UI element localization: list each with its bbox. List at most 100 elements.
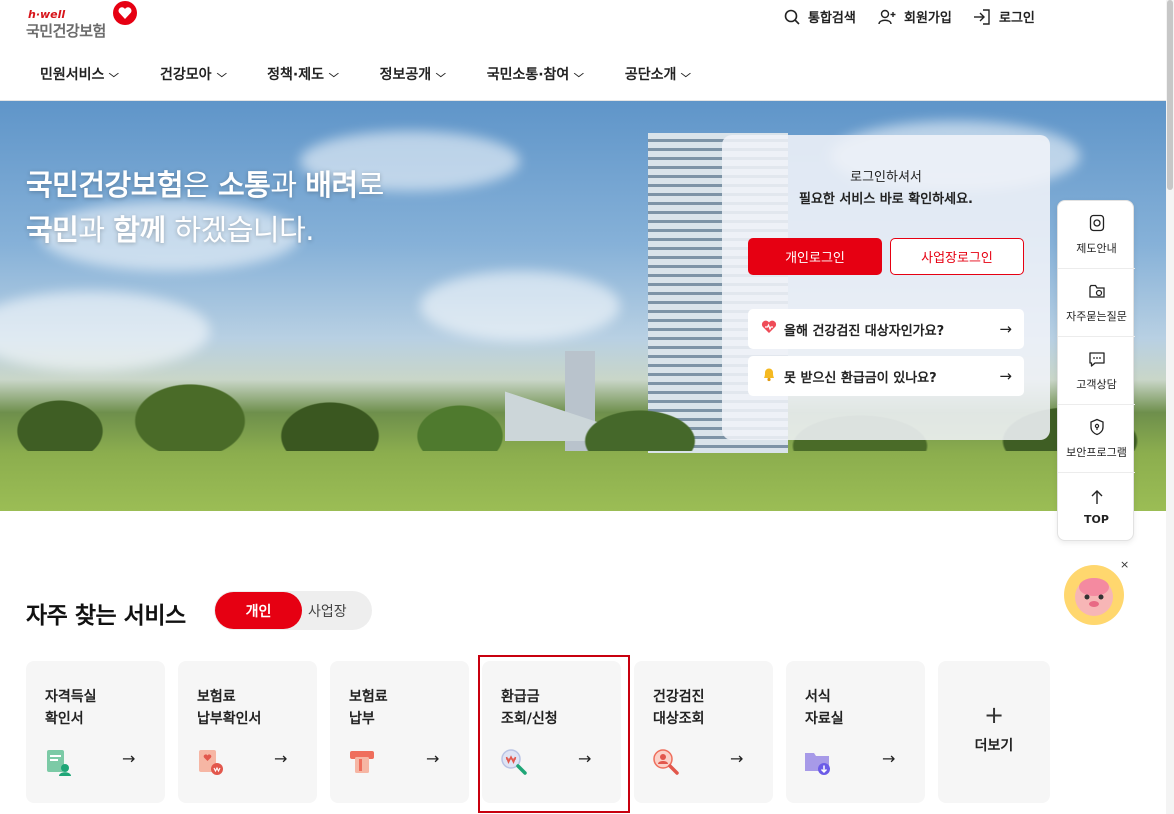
gnb-label: 건강모아: [160, 67, 212, 83]
chevron-down-icon: ⌵: [216, 68, 227, 80]
bell-icon: [760, 366, 778, 386]
menu-label: 보안프로그램: [1066, 445, 1127, 459]
hero-headline: 국민건강보험은 소통과 배려로 국민과 함께 하겠습니다.: [26, 163, 384, 253]
site-header: h·well 국민건강보험 통합검색 회원가입 로그인 민원서비스 ⌵ 건강모아 ⌵…: [0, 0, 1166, 101]
business-login-button[interactable]: 사업장로그인: [890, 238, 1024, 275]
mascot-face-icon: [1075, 578, 1113, 616]
hero-text: 로: [357, 168, 385, 202]
shield-icon: [1089, 418, 1104, 435]
folder-download-icon: [805, 753, 830, 775]
certificate-icon: [47, 750, 71, 776]
login-message-line: 로그인하셔서: [850, 170, 922, 185]
faq-button[interactable]: 자주묻는질문: [1058, 269, 1135, 337]
unclaimed-refund-link[interactable]: 못 받으신 환급금이 있나요? →: [748, 356, 1024, 396]
card-label: 건강검진 대상조회: [653, 689, 705, 727]
gnb-label: 공단소개: [624, 67, 677, 83]
gnb-label: 민원서비스: [40, 67, 105, 83]
service-card-qualification[interactable]: 자격득실 확인서 →: [26, 661, 165, 803]
folder-icon: [1088, 284, 1105, 298]
service-card-forms-library[interactable]: 서식 자료실 →: [786, 661, 925, 803]
chevron-down-icon: ⌵: [328, 68, 339, 80]
gnb-item-communication[interactable]: 국민소통·참여 ⌵: [486, 64, 584, 84]
arrow-right-icon: →: [999, 367, 1012, 385]
gnb-item-health-moa[interactable]: 건강모아 ⌵: [160, 64, 227, 84]
login-icon: [974, 8, 990, 25]
plus-icon: +: [983, 701, 1005, 729]
tab-personal[interactable]: 개인: [215, 592, 302, 629]
page-scrollbar[interactable]: [1166, 0, 1174, 814]
service-card-checkup-lookup[interactable]: 건강검진 대상조회 →: [634, 661, 773, 803]
main-navigation: 민원서비스 ⌵ 건강모아 ⌵ 정책·제도 ⌵ 정보공개 ⌵ 국민소통·참여 ⌵ 공단소개 ⌵: [40, 64, 732, 84]
hero-line-2: 국민과 함께 하겠습니다.: [26, 208, 384, 253]
close-icon[interactable]: ×: [1120, 558, 1129, 571]
arrow-right-icon: →: [882, 749, 896, 768]
personal-login-button[interactable]: 개인로그인: [748, 238, 882, 275]
integrated-search-link[interactable]: 통합검색: [784, 7, 856, 26]
gnb-item-disclosure[interactable]: 정보공개 ⌵: [379, 64, 446, 84]
chevron-down-icon: ⌵: [435, 68, 446, 80]
system-guide-button[interactable]: 제도안내: [1058, 201, 1135, 269]
service-type-toggle: 개인 사업장: [214, 591, 372, 630]
service-card-payment-certificate[interactable]: 보험료 납부확인서 →: [178, 661, 317, 803]
scroll-top-button[interactable]: TOP: [1058, 473, 1135, 541]
gnb-item-civil-service[interactable]: 민원서비스 ⌵: [40, 64, 120, 84]
nhis-logo[interactable]: h·well 국민건강보험: [26, 1, 146, 42]
arrow-right-icon: →: [730, 749, 744, 768]
arrow-right-icon: →: [999, 320, 1012, 338]
menu-label: 고객상담: [1076, 377, 1117, 391]
login-card: 로그인하셔서 필요한 서비스 바로 확인하세요. 개인로그인 사업장로그인 올해…: [722, 135, 1050, 440]
menu-label: TOP: [1084, 512, 1109, 526]
card-label: 보험료 납부확인서: [197, 689, 262, 727]
signup-label: 회원가입: [904, 11, 952, 26]
customer-consult-button[interactable]: 고객상담: [1058, 337, 1135, 405]
card-label: 서식 자료실: [805, 689, 844, 727]
cloud-shape: [420, 271, 620, 341]
chevron-down-icon: ⌵: [681, 68, 692, 80]
gnb-label: 정책·제도: [267, 67, 324, 83]
hero-text: 함께: [113, 213, 166, 247]
gnb-item-policy[interactable]: 정책·제도 ⌵: [267, 64, 339, 84]
document-icon: [1089, 214, 1104, 231]
scrollbar-thumb[interactable]: [1167, 0, 1173, 190]
arrow-right-icon: →: [122, 749, 136, 768]
card-label: 자격득실 확인서: [45, 689, 97, 727]
hero-text: 은: [183, 168, 218, 202]
card-label: 보험료 납부: [349, 689, 388, 727]
payment-certificate-icon: [199, 750, 223, 775]
mascot-chatbot-button[interactable]: [1064, 565, 1124, 625]
arrow-right-icon: →: [426, 749, 440, 768]
chevron-down-icon: ⌵: [109, 68, 120, 80]
hero-text: 국민: [26, 213, 79, 247]
menu-label: 제도안내: [1076, 241, 1117, 255]
checkup-target-link[interactable]: 올해 건강검진 대상자인가요? →: [748, 309, 1024, 349]
login-link[interactable]: 로그인: [973, 7, 1035, 26]
logo-name: 국민건강보험: [26, 22, 106, 40]
floating-quick-menu: 제도안내 자주묻는질문 고객상담 보안프로그램 TOP: [1057, 200, 1135, 541]
service-card-premium-payment[interactable]: 보험료 납부 →: [330, 661, 469, 803]
hero-text: 과: [270, 168, 306, 202]
gnb-label: 국민소통·참여: [486, 67, 570, 83]
card-payment-icon: [350, 751, 374, 773]
gnb-label: 정보공개: [379, 67, 432, 83]
hero-banner: 국민건강보험은 소통과 배려로 국민과 함께 하겠습니다. 로그인하셔서 필요한…: [0, 101, 1166, 511]
hero-text: 소통: [218, 168, 271, 202]
gnb-item-about[interactable]: 공단소개 ⌵: [624, 64, 692, 84]
heart-logo-icon: [113, 1, 137, 25]
search-icon: [784, 9, 800, 25]
user-add-icon: [878, 9, 896, 24]
signup-link[interactable]: 회원가입: [878, 7, 952, 26]
checkup-search-icon: [653, 749, 679, 775]
login-message-line: 필요한 서비스 바로 확인하세요.: [799, 192, 973, 207]
hero-text: 과: [78, 213, 114, 247]
tab-business[interactable]: 사업장: [308, 591, 347, 630]
chat-bubble-icon: [1088, 351, 1105, 367]
login-message: 로그인하셔서 필요한 서비스 바로 확인하세요.: [722, 167, 1050, 211]
login-label: 로그인: [999, 11, 1035, 26]
quick-link-label: 올해 건강검진 대상자인가요?: [784, 323, 945, 339]
frequent-services-title: 자주 찾는 서비스: [26, 603, 186, 629]
selection-highlight-box: [478, 655, 630, 813]
security-program-button[interactable]: 보안프로그램: [1058, 405, 1135, 473]
more-label: 더보기: [974, 738, 1014, 754]
hero-line-1: 국민건강보험은 소통과 배려로: [26, 163, 384, 208]
more-services-button[interactable]: + 더보기: [938, 661, 1050, 803]
